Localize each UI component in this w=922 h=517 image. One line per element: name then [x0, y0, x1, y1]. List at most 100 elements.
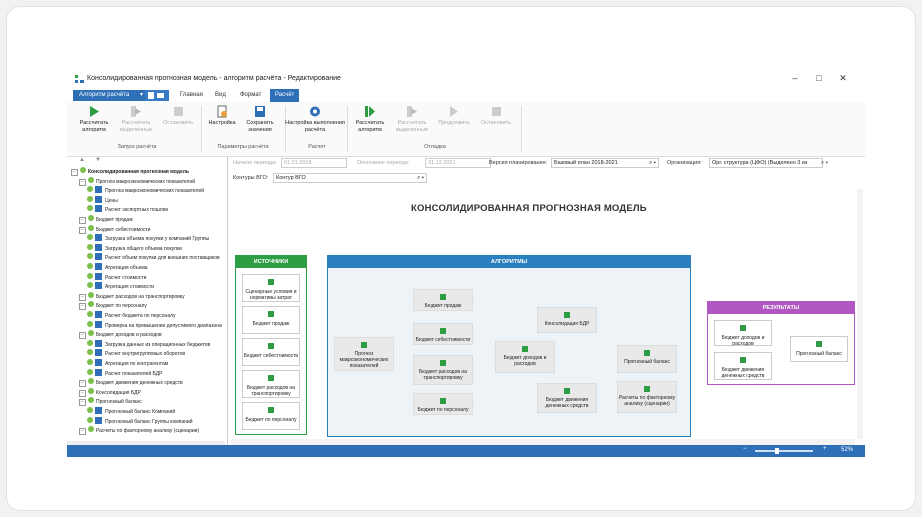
- period-start-field[interactable]: 01.01.2018: [281, 158, 347, 168]
- tree-item[interactable]: Цены: [87, 195, 118, 205]
- quick-access-toolbar[interactable]: [145, 90, 169, 101]
- expand-toggle-icon[interactable]: −: [79, 293, 86, 301]
- settings-doc-icon: [217, 105, 227, 118]
- tree-item[interactable]: − Бюджет себестоимости: [79, 224, 150, 234]
- tree-item[interactable]: Прогноз макроэкономических показателей: [87, 186, 204, 195]
- tree-item[interactable]: Прогнозный баланс Группы компаний: [87, 416, 193, 426]
- expand-toggle-icon[interactable]: −: [79, 226, 86, 234]
- tree-item[interactable]: Расчет объем покупки для внешних поставщ…: [87, 253, 220, 262]
- algorithm-box[interactable]: Бюджет доходов и расходов: [495, 341, 555, 373]
- tree-item[interactable]: − Бюджет доходов и расходов: [79, 330, 162, 340]
- screenshot-frame: Консолидированная прогнозная модель - ал…: [6, 6, 916, 511]
- algorithm-box[interactable]: Расчеты по факторному анализу (сценарии): [617, 381, 677, 413]
- tab-format[interactable]: Формат: [235, 89, 266, 102]
- search-icon[interactable]: ⌕ ▾: [417, 174, 424, 182]
- status-ok-icon: [88, 301, 94, 308]
- algorithm-box[interactable]: Бюджет себестоимости: [413, 323, 473, 345]
- source-box[interactable]: Сценарные условия и нормативы затрат: [242, 274, 300, 302]
- algorithm-box[interactable]: Бюджет продаж: [413, 289, 473, 311]
- period-start-label: Начало периода:: [233, 160, 277, 166]
- expand-toggle-icon[interactable]: −: [79, 178, 86, 186]
- algorithm-box[interactable]: Бюджет расходов на транспортировку: [413, 355, 473, 385]
- tree-item[interactable]: Загрузка объема покупки у компаний Групп…: [87, 234, 209, 243]
- stop-button[interactable]: Остановить: [157, 105, 199, 127]
- run-selected-debug-button[interactable]: Рассчитать выделенные: [391, 105, 433, 133]
- tree-item[interactable]: − Консолидация БДР: [79, 387, 141, 397]
- move-down-icon[interactable]: ▼: [95, 157, 101, 163]
- run-algorithm-button[interactable]: Рассчитать алгоритм: [73, 105, 115, 133]
- vertical-scrollbar[interactable]: [857, 189, 863, 439]
- tree-item[interactable]: Агрегация стоимости: [87, 282, 154, 291]
- tree-item[interactable]: Расчет стоимости: [87, 272, 146, 282]
- expand-toggle-icon[interactable]: −: [71, 169, 78, 176]
- save-values-button[interactable]: Сохранить значения: [239, 105, 281, 133]
- tree-item[interactable]: Расчет экспортных пошлин: [87, 205, 168, 214]
- tree-item[interactable]: Агрегация по контрагентам: [87, 359, 168, 368]
- search-icon[interactable]: ⌕ ▾: [821, 160, 828, 167]
- source-box[interactable]: Бюджет расходов на транспортировку: [242, 370, 300, 398]
- expand-toggle-icon[interactable]: −: [79, 428, 86, 436]
- tree-item[interactable]: − Консолидированная прогнозная модель: [71, 167, 189, 176]
- tree-item-label: Расчет внутригрупповых оборотов: [105, 351, 186, 358]
- tree-item[interactable]: − Бюджет движения денежных средств: [79, 378, 183, 388]
- period-end-field[interactable]: 31.12.2021: [425, 158, 491, 168]
- run-algorithm-debug-button[interactable]: Рассчитать алгоритм: [349, 105, 391, 133]
- algorithm-box[interactable]: Бюджет движения денежных средств: [537, 383, 597, 413]
- tree-item[interactable]: − Бюджет расходов на транспортировку: [79, 291, 185, 301]
- expand-toggle-icon[interactable]: −: [79, 303, 86, 311]
- tree-item[interactable]: − Прогноз макроэкономических показателей: [79, 176, 195, 186]
- tree-item[interactable]: − Бюджет по персоналу: [79, 301, 147, 311]
- button-label: Продолжить: [438, 120, 470, 126]
- contour-field[interactable]: Контур ВГО ⌕ ▾: [273, 173, 427, 183]
- calc-settings-button[interactable]: Настройка выполнения расчёта: [285, 105, 345, 133]
- tree-item[interactable]: Загрузка данных из операционных бюджетов: [87, 339, 210, 349]
- close-button[interactable]: ✕: [831, 73, 855, 84]
- tab-home[interactable]: Главная: [175, 89, 208, 102]
- tree-item[interactable]: − Прогнозный баланс: [79, 397, 142, 407]
- zoom-slider[interactable]: [755, 450, 813, 452]
- expand-toggle-icon[interactable]: −: [79, 380, 86, 388]
- tree-item[interactable]: Проверка на превышение допустимого диапа…: [87, 320, 222, 330]
- expand-toggle-icon[interactable]: −: [79, 389, 86, 397]
- zoom-out-button[interactable]: −: [743, 446, 747, 452]
- result-box[interactable]: Бюджет движения денежных средств: [714, 352, 772, 380]
- expand-toggle-icon[interactable]: −: [79, 217, 86, 224]
- table-icon: [740, 357, 746, 363]
- settings-button[interactable]: Настройка: [201, 105, 243, 127]
- algorithm-box[interactable]: Прогнозный баланс: [617, 345, 677, 373]
- app-menu-button[interactable]: Алгоритм расчёта ▾: [73, 90, 147, 101]
- stop-debug-button[interactable]: Остановить: [475, 105, 517, 127]
- maximize-button[interactable]: □: [807, 73, 831, 83]
- zoom-in-button[interactable]: +: [823, 446, 827, 452]
- expand-toggle-icon[interactable]: −: [79, 332, 86, 340]
- source-box[interactable]: Бюджет продаж: [242, 306, 300, 334]
- tree-item[interactable]: Загрузка общего объема покупки: [87, 243, 182, 253]
- source-box[interactable]: Бюджет себестоимости: [242, 338, 300, 366]
- algorithm-box[interactable]: Бюджет по персоналу: [413, 393, 473, 415]
- tree-item[interactable]: − Расчеты по факторному анализу (сценарии…: [79, 426, 199, 436]
- result-box[interactable]: Прогнозный баланс: [790, 336, 848, 362]
- zoom-slider-handle[interactable]: [775, 448, 779, 454]
- org-field[interactable]: Орг. структура (ЦФО) (Выделено 3 из: [709, 158, 823, 168]
- button-label: Рассчитать алгоритм: [79, 120, 109, 133]
- algorithm-box[interactable]: Прогноз макроэкономических показателей: [334, 337, 394, 371]
- version-field[interactable]: Базовый план 2018-2021 ⌕ ▾: [551, 158, 659, 168]
- expand-toggle-icon[interactable]: −: [79, 399, 86, 407]
- tree-item[interactable]: − Бюджет продаж: [79, 215, 133, 224]
- run-selected-button[interactable]: Рассчитать выделенные: [115, 105, 157, 133]
- tree-item[interactable]: Расчет внутригрупповых оборотов: [87, 349, 185, 358]
- search-icon[interactable]: ⌕ ▾: [649, 159, 656, 167]
- move-up-icon[interactable]: ▲: [79, 157, 85, 163]
- tree-item[interactable]: Расчет показателей БДР: [87, 368, 163, 378]
- tree-item[interactable]: Расчет бюджета по персоналу: [87, 311, 176, 320]
- tree-item[interactable]: Агрегация объема: [87, 263, 148, 272]
- source-box[interactable]: Бюджет по персоналу: [242, 402, 300, 430]
- tree-item[interactable]: Прогнозный баланс Компаний: [87, 407, 175, 416]
- result-box[interactable]: Бюджет доходов и расходов: [714, 320, 772, 347]
- algorithm-box[interactable]: Консолидация БДР: [537, 307, 597, 333]
- tree-item-label: Прогнозный баланс: [96, 399, 142, 406]
- continue-button[interactable]: Продолжить: [433, 105, 475, 127]
- minimize-button[interactable]: –: [783, 73, 807, 83]
- tab-calculation[interactable]: Расчёт: [270, 89, 300, 102]
- tab-view[interactable]: Вид: [210, 89, 231, 102]
